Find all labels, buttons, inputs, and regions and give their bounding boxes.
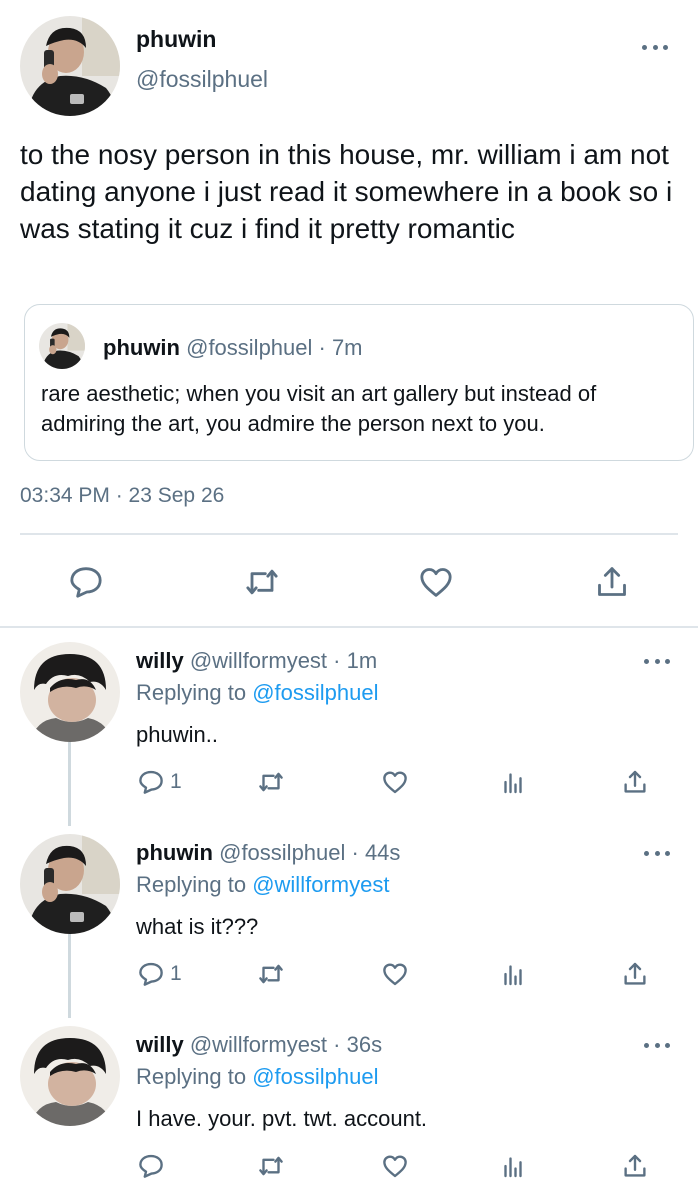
- more-options-icon[interactable]: [644, 1041, 670, 1049]
- more-options-icon[interactable]: [644, 657, 670, 665]
- reply-actions: 1: [136, 958, 676, 992]
- reply-icon: [139, 1154, 163, 1178]
- more-options-icon[interactable]: [644, 849, 670, 857]
- like-icon[interactable]: [416, 562, 456, 602]
- reply-icon[interactable]: [66, 562, 106, 602]
- more-options-icon[interactable]: [642, 43, 668, 51]
- replying-label: Replying to: [136, 680, 247, 705]
- replying-to-link[interactable]: @willformyest: [252, 872, 389, 897]
- author-handle[interactable]: @fossilphuel: [136, 66, 268, 93]
- retweet-icon[interactable]: [242, 562, 282, 602]
- reply-icon: [139, 962, 163, 986]
- reply-meta: @fossilphuel · 44s: [219, 840, 401, 865]
- reply-button[interactable]: 1: [136, 958, 182, 990]
- quote-text: rare aesthetic; when you visit an art ga…: [41, 381, 597, 436]
- quote-avatar: [39, 323, 85, 369]
- analytics-icon[interactable]: [498, 1150, 528, 1182]
- reply-tweet[interactable]: willy @willformyest · 36s Replying to @f…: [0, 1012, 698, 1200]
- replying-to: Replying to @willformyest: [136, 872, 389, 898]
- like-icon[interactable]: [380, 766, 410, 798]
- reply-meta: @willformyest · 1m: [189, 648, 378, 673]
- replying-to-link[interactable]: @fossilphuel: [252, 1064, 378, 1089]
- reply-text: I have. your. pvt. twt. account.: [136, 1106, 428, 1131]
- reply-actions: [136, 1150, 676, 1184]
- share-icon[interactable]: [620, 1150, 650, 1182]
- analytics-icon[interactable]: [498, 958, 528, 990]
- quote-author-name: phuwin: [103, 335, 180, 360]
- reply-count: 1: [170, 962, 182, 985]
- reply-meta: @willformyest · 36s: [189, 1032, 383, 1057]
- replying-label: Replying to: [136, 872, 247, 897]
- replying-to: Replying to @fossilphuel: [136, 1064, 379, 1090]
- quoted-tweet[interactable]: phuwin @fossilphuel · 7m rare aesthetic;…: [24, 304, 694, 461]
- author-name[interactable]: phuwin: [136, 26, 216, 53]
- reply-header: phuwin @fossilphuel · 44s: [136, 840, 400, 866]
- retweet-icon[interactable]: [256, 958, 286, 990]
- like-icon[interactable]: [380, 958, 410, 990]
- reply-button[interactable]: 1: [136, 766, 182, 798]
- retweet-icon[interactable]: [256, 1150, 286, 1182]
- tweet-text: to the nosy person in this house, mr. wi…: [20, 139, 673, 244]
- replying-to: Replying to @fossilphuel: [136, 680, 379, 706]
- reply-author-name[interactable]: phuwin: [136, 840, 213, 865]
- reply-text: phuwin..: [136, 722, 218, 747]
- like-icon[interactable]: [380, 1150, 410, 1182]
- reply-actions: 1: [136, 766, 676, 800]
- reply-icon: [139, 770, 163, 794]
- reply-author-name[interactable]: willy: [136, 1032, 184, 1057]
- quote-header: phuwin @fossilphuel · 7m: [103, 335, 363, 361]
- replying-label: Replying to: [136, 1064, 247, 1089]
- tweet-actions: [0, 556, 698, 606]
- avatar[interactable]: [20, 642, 120, 742]
- avatar[interactable]: [20, 1026, 120, 1126]
- share-icon[interactable]: [620, 766, 650, 798]
- reply-count: 1: [170, 770, 182, 793]
- avatar-phuwin-image: [20, 16, 120, 116]
- reply-button[interactable]: [136, 1150, 170, 1182]
- reply-header: willy @willformyest · 1m: [136, 648, 377, 674]
- avatar[interactable]: [20, 834, 120, 934]
- reply-text: what is it???: [136, 914, 259, 939]
- reply-tweet[interactable]: willy @willformyest · 1m Replying to @fo…: [0, 628, 698, 818]
- avatar[interactable]: [20, 16, 120, 116]
- reply-header: willy @willformyest · 36s: [136, 1032, 382, 1058]
- retweet-icon[interactable]: [256, 766, 286, 798]
- share-icon[interactable]: [620, 958, 650, 990]
- tweet-timestamp[interactable]: 03:34 PM · 23 Sep 26: [20, 484, 224, 508]
- replying-to-link[interactable]: @fossilphuel: [252, 680, 378, 705]
- analytics-icon[interactable]: [498, 766, 528, 798]
- divider: [20, 533, 678, 535]
- reply-author-name[interactable]: willy: [136, 648, 184, 673]
- reply-tweet[interactable]: phuwin @fossilphuel · 44s Replying to @w…: [0, 820, 698, 1010]
- share-icon[interactable]: [592, 562, 632, 602]
- quote-meta: @fossilphuel · 7m: [186, 335, 363, 360]
